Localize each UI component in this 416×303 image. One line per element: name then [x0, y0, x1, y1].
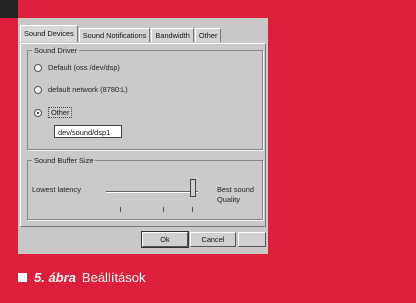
figure-title: Beállítások — [81, 270, 146, 285]
lowest-latency-label: Lowest latency — [32, 185, 81, 194]
figure-number: 5. ábra — [34, 270, 76, 285]
tab-bar: Sound Devices Sound Notifications Bandwi… — [20, 25, 222, 42]
radio-button-icon — [34, 85, 42, 94]
radio-default-label: Default (oss /dev/dsp) — [48, 63, 120, 72]
best-quality-label: Best sound Quality — [217, 185, 254, 204]
slider-tick — [192, 207, 193, 212]
tab-sound-notifications[interactable]: Sound Notifications — [78, 28, 151, 42]
sound-driver-group: Sound Driver Default (oss /dev/dsp) defa… — [27, 46, 263, 150]
sound-buffer-legend: Sound Buffer Size — [34, 156, 94, 165]
radio-default-network-label: default network (8780:L) — [48, 85, 128, 94]
tab-other[interactable]: Other — [194, 28, 222, 42]
apply-button-disabled — [238, 232, 266, 247]
radio-button-selected-icon — [34, 108, 42, 117]
device-path-input[interactable]: dev/sound/dsp1 — [54, 125, 122, 138]
radio-default-network[interactable]: default network (8780:L) — [34, 85, 128, 94]
figure-caption: 5. ábra Beállítások — [18, 270, 146, 285]
slider-tick — [163, 207, 164, 212]
radio-button-icon — [34, 63, 42, 72]
sound-driver-legend: Sound Driver — [34, 46, 78, 55]
sound-buffer-group: Sound Buffer Size Lowest latency Best so… — [27, 156, 263, 220]
radio-other[interactable]: Other — [34, 107, 73, 118]
cancel-button[interactable]: Cancel — [190, 232, 236, 247]
corner-square — [0, 0, 18, 18]
radio-other-label: Other — [48, 107, 73, 118]
radio-default[interactable]: Default (oss /dev/dsp) — [34, 63, 120, 72]
ok-button[interactable]: Ok — [142, 232, 188, 247]
tab-bandwidth[interactable]: Bandwidth — [151, 28, 194, 42]
buffer-slider-handle[interactable] — [190, 179, 196, 197]
settings-dialog: Sound Devices Sound Notifications Bandwi… — [18, 18, 268, 254]
tab-sound-devices[interactable]: Sound Devices — [20, 25, 78, 42]
tab-panel: Sound Driver Default (oss /dev/dsp) defa… — [20, 43, 266, 227]
slider-tick — [120, 207, 121, 212]
caption-square-icon — [18, 273, 27, 282]
buffer-slider-track[interactable] — [106, 191, 198, 193]
